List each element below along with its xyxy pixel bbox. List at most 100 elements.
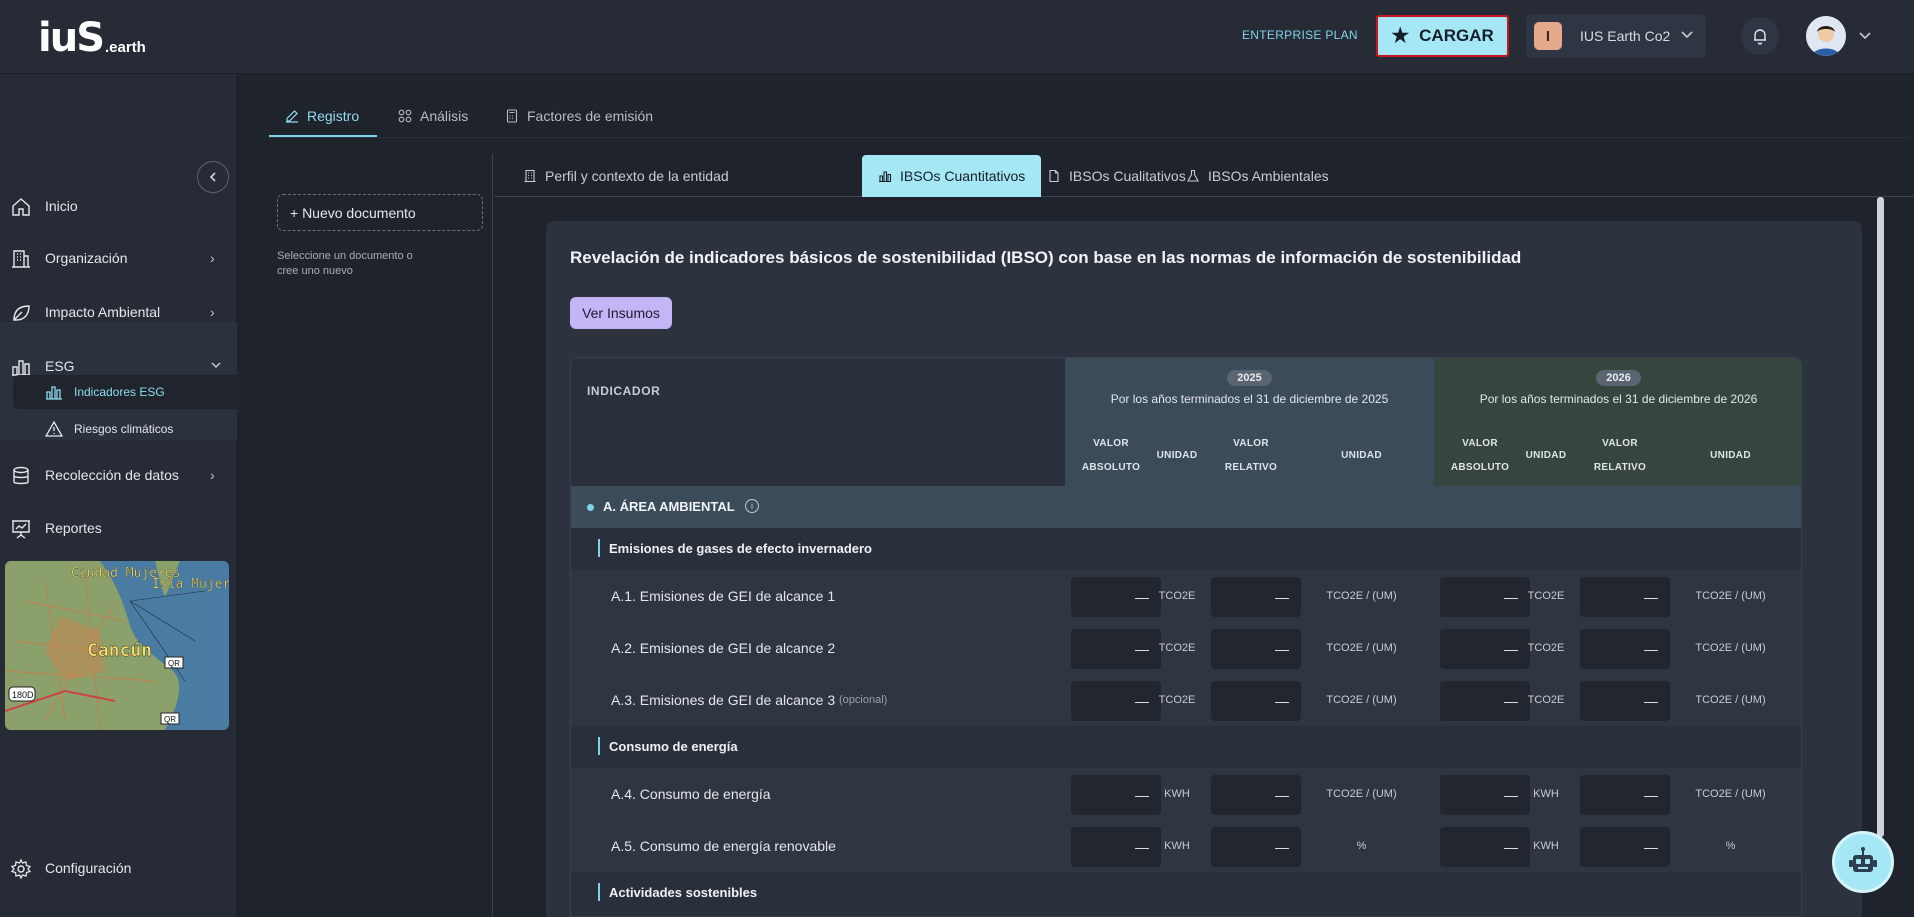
group-label: Consumo de energía [609, 739, 738, 754]
sidebar-item-indicadores-esg[interactable]: Indicadores ESG [13, 375, 237, 409]
section-row[interactable]: A. ÁREA AMBIENTAL i [571, 486, 1801, 528]
value-input[interactable]: — [1580, 827, 1670, 867]
building-icon [524, 169, 536, 183]
indicator-label: A.1. Emisiones de GEI de alcance 1 [611, 588, 836, 604]
value-input[interactable]: — [1211, 681, 1301, 721]
ibso-table: INDICADOR 2025 Por los años terminados e… [570, 357, 1802, 917]
year-badge: 2026 [1596, 370, 1641, 386]
info-icon[interactable]: i [745, 499, 759, 513]
document-hint: Seleccione un documento o cree uno nuevo [277, 250, 413, 277]
presentation-icon [12, 520, 30, 539]
location-map[interactable]: Ciudad Mujeres Isla Mujer Cancún QR QR 1… [5, 561, 229, 730]
unit-label: TCO2E / (UM) [1695, 590, 1766, 602]
value-input[interactable]: — [1440, 681, 1530, 721]
tab-label: Registro [307, 108, 360, 124]
top-bar: iuS .earth ENTERPRISE PLAN ★ CARGAR I IU… [0, 0, 1914, 74]
value-input[interactable]: — [1211, 827, 1301, 867]
group-row: Actividades sostenibles [571, 872, 1801, 914]
unit-label: TCO2E / (UM) [1695, 788, 1766, 800]
subtab-label: IBSOs Cualitativos [1069, 168, 1186, 184]
value-input[interactable]: — [1211, 577, 1301, 617]
ver-insumos-button[interactable]: Ver Insumos [570, 297, 672, 329]
col-valor-absoluto: VALOR ABSOLUTO [1450, 438, 1510, 473]
unit-label: TCO2E [1527, 694, 1565, 706]
active-tab-indicator [269, 135, 377, 137]
table-row: A.5. Consumo de energía renovable — KWH —% —… [571, 820, 1801, 872]
value-input[interactable]: — [1440, 629, 1530, 669]
sidebar-item-inicio[interactable]: Inicio [0, 186, 237, 226]
grid-icon [398, 109, 412, 123]
unit-label: KWH [1533, 788, 1559, 800]
col-unidad: UNIDAD [1156, 450, 1198, 461]
sidebar-item-label: Indicadores ESG [74, 385, 165, 399]
subtab-perfil[interactable]: Perfil y contexto de la entidad [507, 155, 745, 197]
indicator-header: INDICADOR [587, 384, 661, 398]
year-2025-header: 2025 Por los años terminados el 31 de di… [1065, 358, 1434, 486]
map-label: Isla Mujer [152, 577, 229, 592]
new-document-button[interactable]: + Nuevo documento [277, 194, 483, 231]
value-input[interactable]: — [1440, 827, 1530, 867]
unit-label: % [1356, 840, 1367, 852]
warning-icon [45, 420, 63, 437]
sidebar-item-configuracion[interactable]: Configuración [0, 848, 237, 888]
subtab-ambientales[interactable]: IBSOs Ambientales [1170, 155, 1345, 197]
card-title: Revelación de indicadores básicos de sos… [570, 248, 1522, 267]
value-input[interactable]: — [1580, 577, 1670, 617]
value-input[interactable]: — [1211, 629, 1301, 669]
unit-label: TCO2E [1527, 590, 1565, 602]
tab-analisis[interactable]: Análisis [398, 104, 468, 128]
sidebar-item-reportes[interactable]: Reportes [0, 508, 237, 548]
group-bar [598, 883, 600, 901]
notifications-button[interactable] [1741, 17, 1779, 55]
unit-label: TCO2E / (UM) [1695, 694, 1766, 706]
subtab-bar: Perfil y contexto de la entidad IBSOs Cu… [494, 155, 1914, 197]
tab-divider [269, 137, 1909, 138]
col-valor-relativo: VALOR RELATIVO [1593, 438, 1647, 473]
group-label: Actividades sostenibles [609, 885, 758, 900]
sidebar-item-recoleccion[interactable]: Recolección de datos › [0, 455, 237, 495]
map-shield: QR [168, 659, 180, 668]
indicator-label: A.2. Emisiones de GEI de alcance 2 [611, 640, 836, 656]
org-name: IUS Earth Co2 [1580, 28, 1671, 44]
sidebar-item-organizacion[interactable]: Organización › [0, 238, 237, 278]
edit-icon [286, 110, 298, 123]
value-input[interactable]: — [1071, 827, 1161, 867]
app-logo[interactable]: iuS .earth [38, 14, 146, 58]
unit-label: TCO2E [1158, 694, 1196, 706]
unit-label: KWH [1164, 840, 1190, 852]
scrollbar-thumb[interactable] [1877, 197, 1884, 837]
indicator-label: A.4. Consumo de energía [611, 786, 771, 802]
value-input[interactable]: — [1580, 681, 1670, 721]
sidebar-item-riesgos-climaticos[interactable]: Riesgos climáticos [13, 412, 237, 446]
tab-factores-emision[interactable]: Factores de emisión [505, 104, 653, 128]
value-input[interactable]: — [1440, 577, 1530, 617]
col-unidad: UNIDAD [1710, 450, 1751, 461]
value-input[interactable]: — [1580, 629, 1670, 669]
user-avatar[interactable] [1806, 16, 1846, 56]
chevron-right-icon: › [210, 250, 215, 266]
value-input[interactable]: — [1071, 629, 1161, 669]
value-input[interactable]: — [1071, 681, 1161, 721]
subtab-cuantitativos[interactable]: IBSOs Cuantitativos [862, 155, 1042, 197]
value-input[interactable]: — [1071, 775, 1161, 815]
tab-registro[interactable]: Registro [285, 104, 359, 128]
value-input[interactable]: — [1071, 577, 1161, 617]
cargar-button[interactable]: ★ CARGAR [1376, 15, 1509, 57]
unit-label: TCO2E / (UM) [1326, 694, 1397, 706]
chatbot-button[interactable] [1832, 831, 1894, 893]
bar-chart-icon [46, 386, 62, 400]
logo-main: iuS [38, 15, 105, 61]
value-input[interactable]: — [1580, 775, 1670, 815]
chevron-down-icon[interactable] [1858, 28, 1872, 45]
value-input[interactable]: — [1440, 775, 1530, 815]
star-icon: ★ [1391, 25, 1410, 47]
year-badge: 2025 [1227, 370, 1272, 386]
chevron-right-icon: › [210, 304, 215, 320]
bar-chart-icon [879, 171, 892, 183]
table-row: A.4. Consumo de energía — KWH — TCO2E / (UM)… [571, 768, 1801, 820]
organization-selector[interactable]: I IUS Earth Co2 [1526, 14, 1706, 58]
table-row: A.2. Emisiones de GEI de alcance 2— TCO2E… [571, 622, 1801, 674]
database-icon [13, 466, 29, 485]
value-input[interactable]: — [1211, 775, 1301, 815]
plan-label[interactable]: ENTERPRISE PLAN [1242, 28, 1358, 42]
